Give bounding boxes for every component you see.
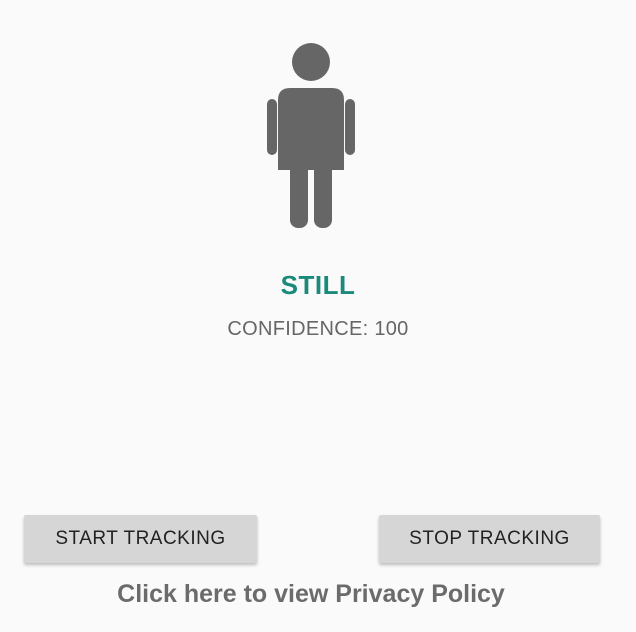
activity-label: STILL (280, 270, 356, 300)
start-tracking-button[interactable]: START TRACKING (24, 515, 257, 563)
stop-tracking-button[interactable]: STOP TRACKING (379, 515, 600, 563)
confidence-label: CONFIDENCE: 100 (227, 318, 409, 340)
standing-person-icon (267, 43, 355, 228)
privacy-policy-link[interactable]: Click here to view Privacy Policy (0, 580, 622, 609)
